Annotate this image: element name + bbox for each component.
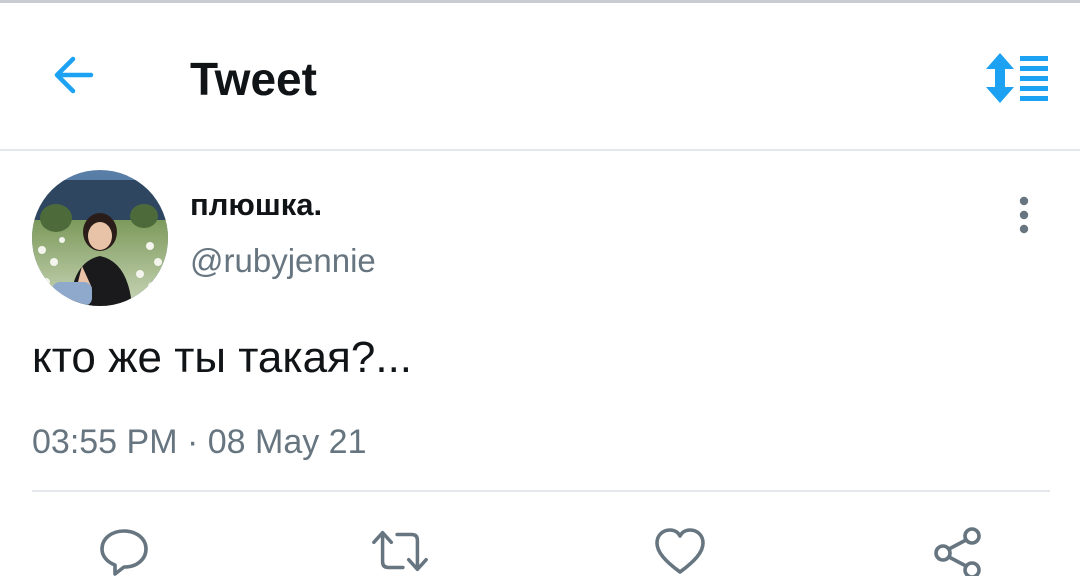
header-divider <box>0 149 1080 151</box>
arrow-left-icon <box>54 56 94 94</box>
retweet-button[interactable] <box>370 526 430 576</box>
retweet-icon <box>372 530 428 572</box>
sort-toggle-icon <box>986 53 1048 103</box>
like-button[interactable] <box>650 526 710 576</box>
reply-button[interactable] <box>94 526 154 576</box>
heart-icon <box>655 528 705 574</box>
more-options-button[interactable] <box>1004 192 1044 238</box>
actions-divider <box>32 490 1050 492</box>
author-handle[interactable]: @rubyjennie <box>190 240 376 282</box>
tweet-detail-screen: Tweet плюшка. @rubyjennie кто же ты така… <box>0 0 1080 576</box>
avatar[interactable] <box>32 170 168 306</box>
share-button[interactable] <box>928 526 988 576</box>
profile-photo <box>32 170 168 306</box>
back-button[interactable] <box>46 50 102 100</box>
tweet-timestamp: 03:55 PM · 08 May 21 <box>32 423 367 461</box>
page-title: Tweet <box>190 53 317 105</box>
sort-toggle-button[interactable] <box>982 49 1052 107</box>
more-vertical-icon <box>1019 196 1029 234</box>
comment-icon <box>100 529 148 576</box>
tweet-text: кто же ты такая?... <box>32 333 413 382</box>
author-display-name[interactable]: плюшка. <box>190 185 322 225</box>
app-header: Tweet <box>0 3 1080 149</box>
share-icon <box>934 527 981 576</box>
